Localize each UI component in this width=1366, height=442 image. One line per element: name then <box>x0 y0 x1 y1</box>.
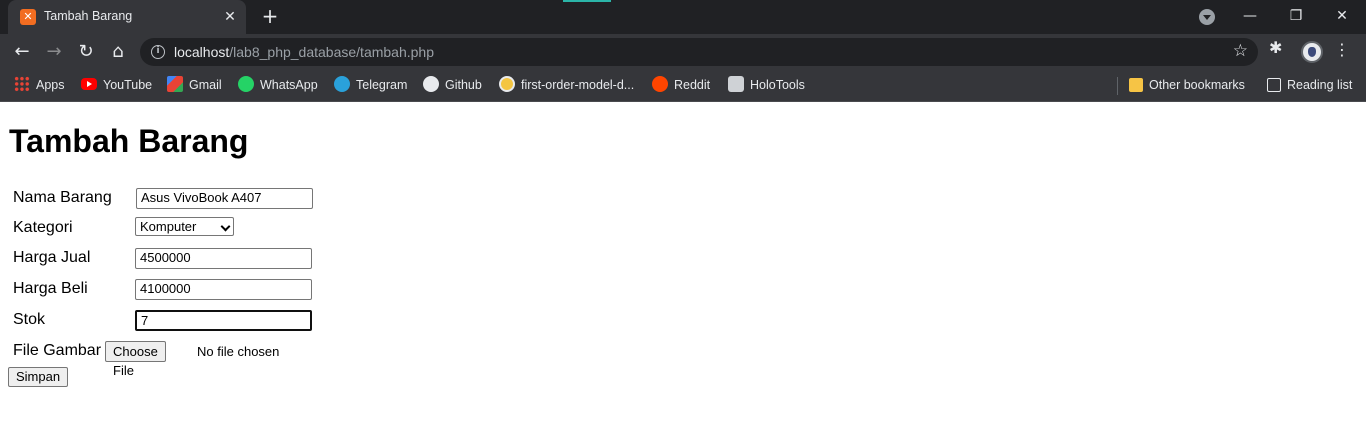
nama-barang-label: Nama Barang <box>13 189 112 206</box>
tab-strip-indicator <box>563 0 611 2</box>
youtube-icon <box>81 78 97 90</box>
first-order-model-icon <box>499 76 515 92</box>
minimize-button[interactable]: — <box>1230 4 1270 28</box>
stok-label: Stok <box>13 311 46 328</box>
nama-barang-input[interactable]: Asus VivoBook A407 <box>136 188 313 209</box>
url-path: /lab8_php_database/tambah.php <box>229 44 434 60</box>
bookmark-holotools[interactable]: HoloTools <box>728 76 805 94</box>
bookmark-star-icon[interactable]: ☆ <box>1233 41 1248 61</box>
bookmark-label: WhatsApp <box>260 78 318 92</box>
bookmark-label: Telegram <box>356 78 408 92</box>
page-title: Tambah Barang <box>9 123 249 159</box>
github-icon <box>423 76 439 92</box>
reading-list[interactable]: Reading list <box>1267 76 1352 94</box>
holotools-icon <box>728 76 744 92</box>
harga-beli-input[interactable]: 4100000 <box>135 279 312 300</box>
other-bookmarks-label: Other bookmarks <box>1149 78 1245 92</box>
whatsapp-icon <box>238 76 254 92</box>
stok-input[interactable]: 7 <box>135 310 312 331</box>
bookmark-label: Reddit <box>674 78 711 92</box>
kategori-selected-value: Komputer <box>140 219 197 234</box>
home-button[interactable]: ⌂ <box>104 38 132 66</box>
simpan-button[interactable]: Simpan <box>8 367 69 387</box>
bookmark-reddit[interactable]: Reddit <box>652 76 710 94</box>
bookmark-youtube[interactable]: YouTube <box>81 76 152 94</box>
extensions-icon[interactable]: ✱ <box>1269 38 1282 57</box>
browser-menu-icon[interactable]: ⋮ <box>1334 40 1350 59</box>
kategori-label: Kategori <box>13 219 73 236</box>
file-gambar-label: File Gambar <box>13 342 102 359</box>
bookmark-whatsapp[interactable]: WhatsApp <box>238 76 318 94</box>
bookmark-label: HoloTools <box>750 78 805 92</box>
chevron-down-icon <box>220 221 231 232</box>
page-content: Tambah Barang Nama Barang Asus VivoBook … <box>0 103 1366 442</box>
bookmark-label: first-order-model-d... <box>521 78 635 92</box>
browser-tab[interactable]: ✕ Tambah Barang ✕ <box>8 0 246 34</box>
bookmark-telegram[interactable]: Telegram <box>334 76 407 94</box>
back-button[interactable]: ← <box>8 38 36 66</box>
forward-button[interactable]: → <box>40 38 68 66</box>
tab-search-icon[interactable] <box>1199 9 1215 25</box>
other-bookmarks[interactable]: Other bookmarks <box>1129 76 1245 94</box>
bookmark-first-order-model[interactable]: first-order-model-d... <box>499 76 634 94</box>
address-bar[interactable]: i localhost/lab8_php_database/tambah.php… <box>140 38 1258 66</box>
harga-beli-label: Harga Beli <box>13 280 88 297</box>
reddit-icon <box>652 76 668 92</box>
choose-file-button[interactable]: Choose File <box>105 341 166 378</box>
reload-button[interactable]: ↻ <box>72 38 100 66</box>
telegram-icon <box>334 76 350 92</box>
bookmarks-divider <box>1117 77 1118 95</box>
gmail-icon <box>167 76 183 92</box>
new-tab-button[interactable]: + <box>258 5 282 29</box>
harga-jual-label: Harga Jual <box>13 249 91 266</box>
browser-toolbar: ← → ↻ ⌂ i localhost/lab8_php_database/ta… <box>0 34 1366 69</box>
file-status-text: No file chosen <box>197 344 280 359</box>
bookmarks-bar: Apps YouTube Gmail WhatsApp Telegram Git… <box>0 69 1366 102</box>
url-text[interactable]: localhost/lab8_php_database/tambah.php <box>174 44 434 60</box>
close-window-button[interactable]: ✕ <box>1322 4 1362 28</box>
kategori-select[interactable]: Komputer <box>135 217 234 236</box>
reading-list-icon <box>1267 78 1281 92</box>
close-tab-icon[interactable]: ✕ <box>220 7 240 27</box>
site-info-icon[interactable]: i <box>151 45 165 59</box>
harga-jual-input[interactable]: 4500000 <box>135 248 312 269</box>
reading-list-label: Reading list <box>1287 78 1353 92</box>
bookmark-label: Apps <box>36 78 65 92</box>
apps-grid-icon <box>14 76 30 92</box>
bookmark-label: YouTube <box>103 78 153 92</box>
bookmark-label: Github <box>445 78 482 92</box>
tab-strip: ✕ Tambah Barang ✕ + — ❐ ✕ <box>0 0 1366 34</box>
bookmark-apps[interactable]: Apps <box>14 76 65 94</box>
bookmark-label: Gmail <box>189 78 222 92</box>
profile-avatar[interactable] <box>1301 41 1323 63</box>
tab-title: Tambah Barang <box>44 9 133 23</box>
folder-icon <box>1129 78 1143 92</box>
url-host: localhost <box>174 44 230 60</box>
bookmark-gmail[interactable]: Gmail <box>167 76 222 94</box>
restore-button[interactable]: ❐ <box>1276 4 1316 28</box>
xampp-icon: ✕ <box>20 9 36 25</box>
bookmark-github[interactable]: Github <box>423 76 482 94</box>
